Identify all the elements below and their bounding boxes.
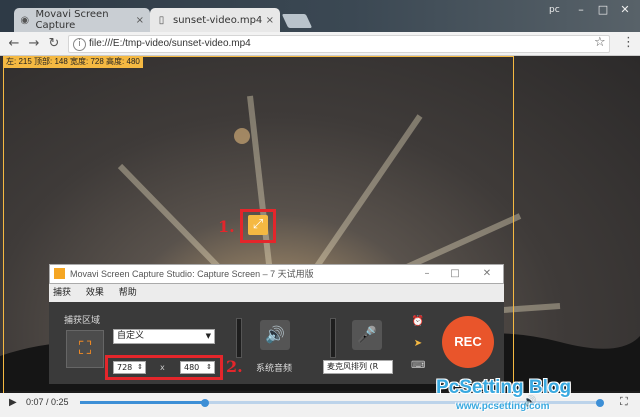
system-audio-speaker-icon[interactable]: 🔊 xyxy=(260,320,290,350)
progress-fill xyxy=(80,401,205,404)
keyboard-icon[interactable]: ⌨ xyxy=(411,359,425,373)
close-window-icon[interactable]: ✕ xyxy=(614,2,636,18)
capture-preset-select[interactable]: 自定义 ▼ xyxy=(113,329,215,344)
microphone-value: 麦克风排列 (R xyxy=(327,362,379,371)
minimize-icon[interactable]: – xyxy=(570,2,592,18)
watermark-title: PcSetting Blog xyxy=(436,377,572,398)
alarm-clock-icon[interactable]: ⏰ xyxy=(411,315,425,329)
movavi-minimize-icon[interactable]: – xyxy=(418,265,436,283)
movavi-tab-icon: ◉ xyxy=(20,14,30,26)
tab-movavi[interactable]: ◉ Movavi Screen Capture × xyxy=(14,8,150,32)
microphone-volume-slider[interactable] xyxy=(330,318,336,358)
playback-time: 0:07 / 0:25 xyxy=(26,397,69,407)
cursor-icon[interactable]: ➤ xyxy=(411,337,425,351)
system-audio-volume-slider[interactable] xyxy=(236,318,242,358)
annotation-step-1: 1. xyxy=(218,217,235,236)
movavi-close-icon[interactable]: ✕ xyxy=(478,265,496,283)
microphone-muted-icon[interactable]: 🎤 xyxy=(352,320,382,350)
file-tab-icon: ▯ xyxy=(158,14,165,26)
annotation-step-2: 2. xyxy=(226,357,243,376)
microphone-select[interactable]: 麦克风排列 (R xyxy=(323,360,393,374)
watermark-url: www.pcsetting.com xyxy=(456,401,550,412)
address-bar[interactable]: file:///E:/tmp-video/sunset-video.mp4 xyxy=(68,35,610,53)
menu-item-capture[interactable]: 捕获 xyxy=(53,288,71,298)
capture-coords-label: 左: 215 顶部: 148 宽度: 728 高度: 480 xyxy=(3,56,143,68)
maximize-icon[interactable]: □ xyxy=(592,2,614,18)
forward-icon[interactable]: → xyxy=(26,36,42,52)
progress-knob[interactable] xyxy=(201,399,209,407)
bookmark-star-icon[interactable]: ☆ xyxy=(594,35,606,50)
chevron-down-icon: ▼ xyxy=(205,332,211,340)
system-audio-label: 系统音频 xyxy=(256,364,293,374)
tab-sunset-video[interactable]: ▯ sunset-video.mp4 × xyxy=(150,8,280,32)
preset-value: 自定义 xyxy=(117,331,145,341)
movavi-logo-icon xyxy=(54,268,65,279)
annotation-box-2 xyxy=(105,355,223,380)
menu-item-effects[interactable]: 效果 xyxy=(86,288,104,298)
movavi-maximize-icon[interactable]: □ xyxy=(446,265,464,283)
fullscreen-expand-icon[interactable]: ⤢ xyxy=(248,215,268,235)
close-tab-icon[interactable]: × xyxy=(136,15,144,26)
profile-label: pc xyxy=(549,5,560,15)
fullscreen-icon[interactable]: ⛶ xyxy=(620,395,628,409)
capture-area-label: 捕获区域 xyxy=(64,316,101,326)
movavi-menu-bar: 捕获 效果 帮助 xyxy=(49,284,504,302)
close-tab-icon[interactable]: × xyxy=(266,15,274,26)
capture-area-icon[interactable]: ⛶ xyxy=(66,330,104,368)
menu-item-help[interactable]: 帮助 xyxy=(119,288,137,298)
menu-icon[interactable]: ⋮ xyxy=(622,35,635,50)
play-icon[interactable]: ▶ xyxy=(9,397,17,408)
back-icon[interactable]: ← xyxy=(6,36,22,52)
volume-knob[interactable] xyxy=(596,399,604,407)
info-icon[interactable]: i xyxy=(73,38,86,51)
rec-button[interactable]: REC xyxy=(442,316,494,368)
tab-label: Movavi Screen Capture xyxy=(35,9,109,31)
reload-icon[interactable]: ↻ xyxy=(46,36,62,52)
tab-label: sunset-video.mp4 xyxy=(173,14,263,26)
